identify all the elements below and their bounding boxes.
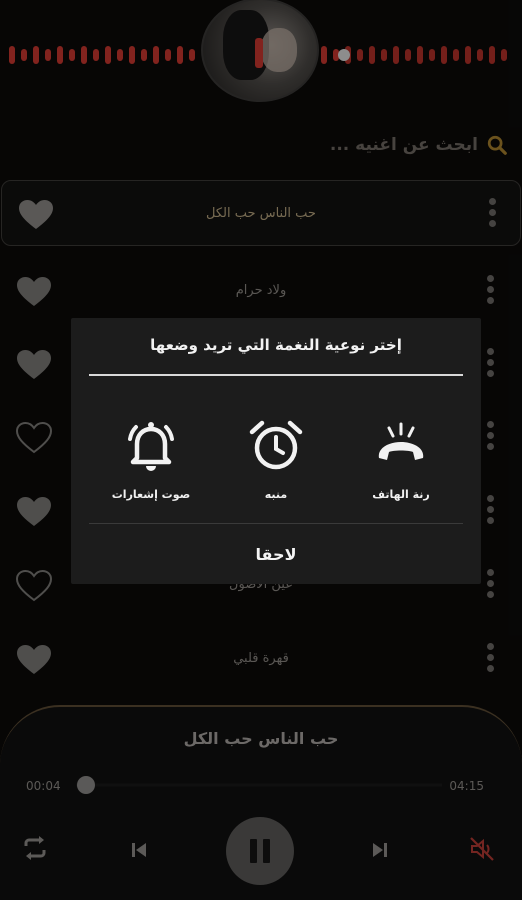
dialog-title: إختر نوعية النغمة التي تريد وضعها	[150, 336, 402, 354]
ringtone-type-dialog: إختر نوعية النغمة التي تريد وضعها رنة ال…	[71, 318, 481, 584]
dialog-divider	[89, 523, 463, 524]
option-notification[interactable]: صوت إشعارات	[91, 418, 211, 501]
option-notification-label: صوت إشعارات	[111, 488, 191, 501]
option-alarm-label: منبه	[264, 488, 288, 501]
phone-ringing-icon	[378, 422, 424, 460]
option-alarm[interactable]: منبه	[216, 418, 336, 501]
dialog-divider	[89, 374, 463, 376]
alarm-clock-icon	[249, 420, 303, 470]
notification-bell-icon	[128, 422, 174, 471]
option-ringtone-label: رنة الهاتف	[372, 488, 430, 501]
later-button[interactable]: لاحقا	[71, 538, 481, 572]
option-ringtone[interactable]: رنة الهاتف	[341, 418, 461, 501]
